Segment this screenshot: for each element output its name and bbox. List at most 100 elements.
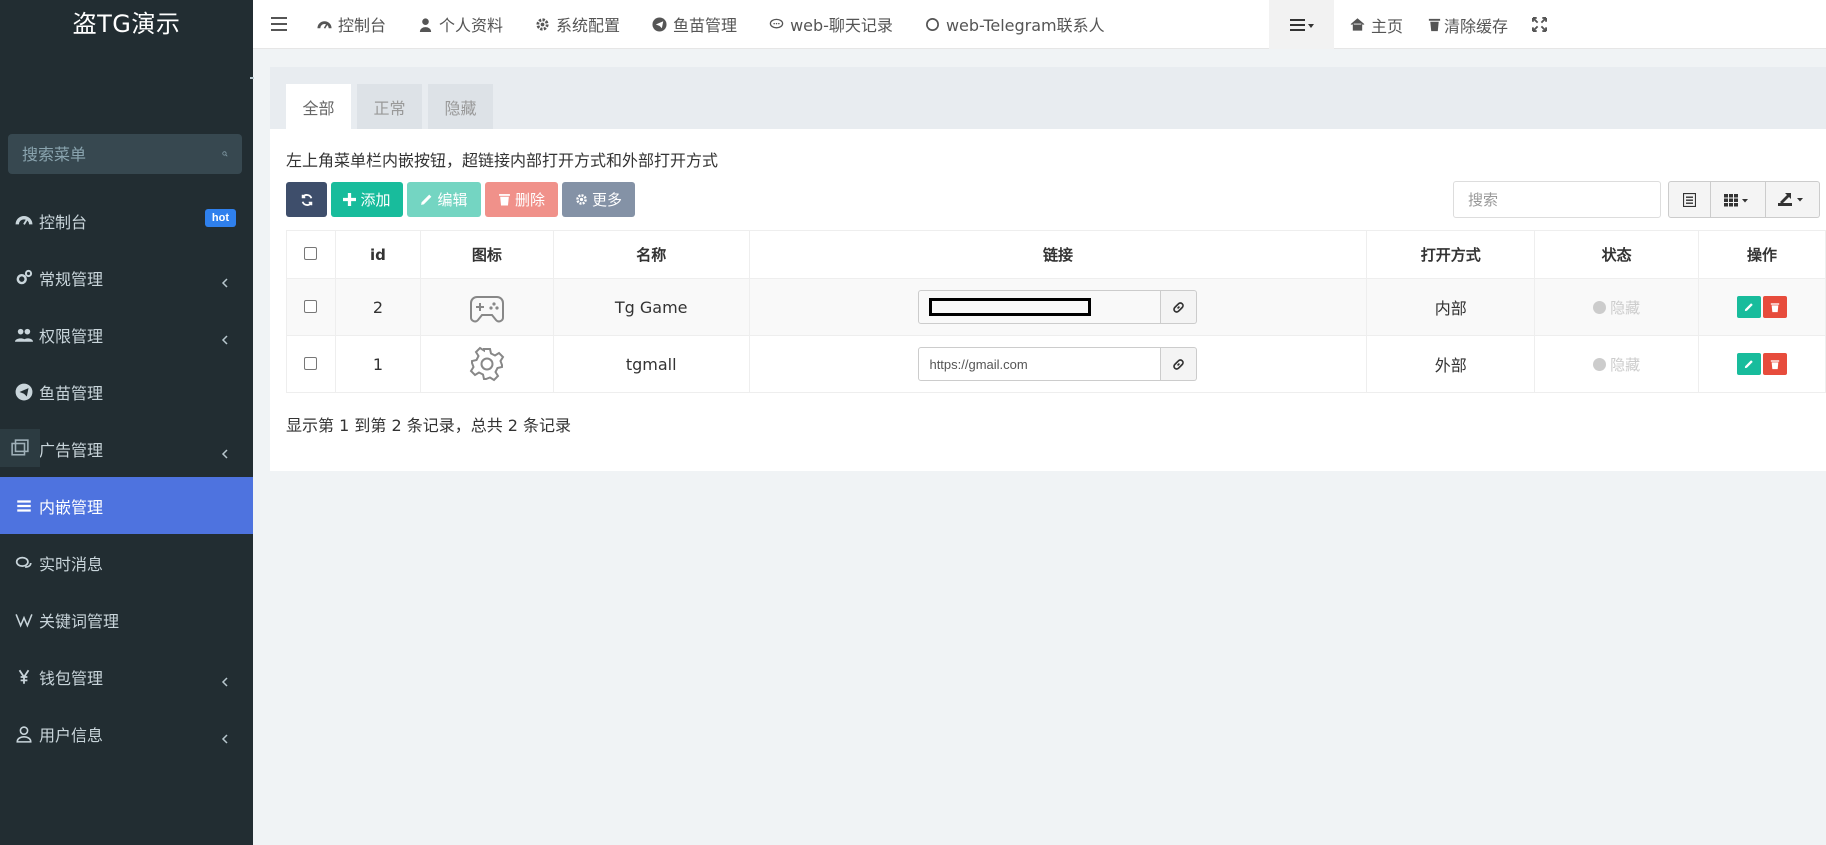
row-delete-button[interactable]: [1763, 353, 1788, 375]
trash-icon: [499, 194, 510, 206]
link-icon: [1173, 358, 1185, 370]
select-all-checkbox[interactable]: [304, 246, 318, 260]
hamburger-icon: [271, 17, 287, 31]
row-open-mode[interactable]: 外部: [1366, 335, 1536, 393]
row-actions-cell: [1698, 335, 1826, 393]
refresh-button[interactable]: [286, 182, 327, 217]
nav-right: 主页 清除缓存: [1269, 0, 1569, 49]
sidebar: 盗TG演示 控制台 hot 常规管理 权限管理 鱼苗管理 广告管: [0, 0, 254, 845]
add-button[interactable]: 添加: [331, 182, 403, 217]
row-name: tgmall: [552, 335, 750, 393]
tab-normal[interactable]: 正常: [357, 84, 422, 129]
table-row[interactable]: 2 Tg Game 内部 隐藏: [286, 278, 1826, 336]
nav-profile[interactable]: 个人资料: [402, 0, 519, 49]
open-link-button[interactable]: [1161, 290, 1198, 324]
url-group: https://gmail.com: [918, 347, 1198, 381]
pencil-icon: [1744, 303, 1753, 312]
sidebar-item-permissions[interactable]: 权限管理: [0, 306, 253, 363]
sidebar-item-userinfo[interactable]: 用户信息: [0, 705, 253, 762]
fullscreen-button[interactable]: [1516, 0, 1569, 49]
card-view-button[interactable]: [1668, 181, 1711, 218]
edit-button[interactable]: 编辑: [407, 182, 481, 217]
sidebar-item-messages[interactable]: 实时消息: [0, 534, 253, 591]
sidebar-menu: 控制台 hot 常规管理 权限管理 鱼苗管理 广告管理 内嵌管理 实时消息 关键…: [0, 192, 253, 762]
url-field[interactable]: [918, 290, 1162, 324]
row-delete-button[interactable]: [1763, 296, 1788, 318]
table-row[interactable]: 1 tgmall https://gmail.com 外部 隐藏: [286, 335, 1826, 393]
sidebar-item-fish[interactable]: 鱼苗管理: [0, 363, 253, 420]
tab-hidden[interactable]: 隐藏: [428, 84, 493, 129]
sidebar-item-label: 控制台: [39, 212, 88, 232]
toolbar: 添加 编辑 删除 更多: [286, 182, 635, 217]
top-navbar: 控制台 个人资料 系统配置 鱼苗管理 web-聊天记录 web-Telegram…: [253, 0, 1826, 49]
list-alt-icon: [1683, 192, 1696, 207]
chevron-left-icon: [221, 677, 228, 687]
more-button[interactable]: 更多: [562, 182, 635, 217]
gears-icon: [16, 269, 33, 284]
brand-logo[interactable]: 盗TG演示: [0, 0, 253, 42]
open-link-button[interactable]: [1161, 347, 1198, 381]
nav-fish[interactable]: 鱼苗管理: [636, 0, 753, 49]
sidebar-item-keywords[interactable]: 关键词管理: [0, 591, 253, 648]
images-icon: [11, 439, 29, 456]
status-dot: [1593, 300, 1607, 314]
delete-label: 删除: [514, 191, 545, 209]
menu-search: [8, 134, 242, 174]
header-id[interactable]: id: [334, 230, 421, 279]
nav-clear-cache[interactable]: 清除缓存: [1419, 0, 1516, 49]
edit-label: 编辑: [437, 191, 468, 209]
sidebar-item-general[interactable]: 常规管理: [0, 249, 253, 306]
nav-dashboard[interactable]: 控制台: [301, 0, 402, 49]
expand-icon: [1532, 17, 1548, 32]
nav-label: web-Telegram联系人: [945, 16, 1105, 35]
nav-menu-dropdown[interactable]: [1269, 0, 1334, 49]
row-status-cell: 隐藏: [1534, 335, 1700, 393]
sidebar-divider: [250, 77, 254, 79]
circle-icon: [925, 17, 939, 31]
url-group: [918, 290, 1198, 324]
sidebar-item-dashboard[interactable]: 控制台 hot: [0, 192, 253, 249]
row-id: 1: [334, 335, 421, 393]
row-checkbox[interactable]: [304, 356, 318, 370]
row-icon-cell: [419, 278, 554, 336]
yen-icon: [18, 669, 30, 684]
nav-home[interactable]: 主页: [1334, 0, 1419, 49]
sidebar-item-wallet[interactable]: 钱包管理: [0, 648, 253, 705]
sidebar-item-label: 用户信息: [39, 725, 104, 745]
tab-all[interactable]: 全部: [286, 84, 351, 129]
telegram-icon: [652, 16, 667, 32]
list-dropdown-icon: [1289, 18, 1314, 31]
columns-dropdown-button[interactable]: [1711, 181, 1766, 218]
search-icon[interactable]: [222, 145, 228, 163]
status-badge[interactable]: 隐藏: [1593, 297, 1640, 318]
pencil-icon: [421, 194, 432, 205]
nav-label: 清除缓存: [1444, 16, 1509, 36]
row-edit-button[interactable]: [1737, 296, 1762, 318]
header-icon: 图标: [419, 230, 554, 279]
row-checkbox[interactable]: [304, 299, 318, 313]
gear-icon: [536, 17, 549, 31]
menu-search-input[interactable]: [22, 144, 222, 164]
header-name: 名称: [552, 230, 750, 279]
nav-chat-records[interactable]: web-聊天记录: [753, 0, 909, 49]
header-actions: 操作: [1698, 230, 1826, 279]
delete-button[interactable]: 删除: [485, 182, 558, 217]
sidebar-item-embed[interactable]: 内嵌管理: [0, 477, 253, 534]
nav-telegram-contacts[interactable]: web-Telegram联系人: [909, 0, 1121, 49]
row-name: Tg Game: [552, 278, 750, 336]
nav-system-config[interactable]: 系统配置: [519, 0, 636, 49]
status-badge[interactable]: 隐藏: [1593, 354, 1640, 375]
link-icon: [1173, 301, 1185, 313]
row-edit-button[interactable]: [1737, 353, 1762, 375]
sidebar-toggle-button[interactable]: [257, 0, 301, 49]
export-dropdown-button[interactable]: [1766, 181, 1820, 218]
sidebar-item-ads[interactable]: 广告管理: [0, 420, 253, 477]
status-label: 隐藏: [1610, 298, 1641, 317]
sidebar-item-label: 鱼苗管理: [39, 383, 104, 403]
table-search-input[interactable]: [1453, 181, 1661, 218]
url-field[interactable]: https://gmail.com: [918, 347, 1162, 381]
trash-icon: [1428, 18, 1441, 32]
row-open-mode[interactable]: 内部: [1366, 278, 1536, 336]
sidebar-item-label: 权限管理: [39, 326, 104, 346]
select-all-cell: [286, 230, 336, 279]
